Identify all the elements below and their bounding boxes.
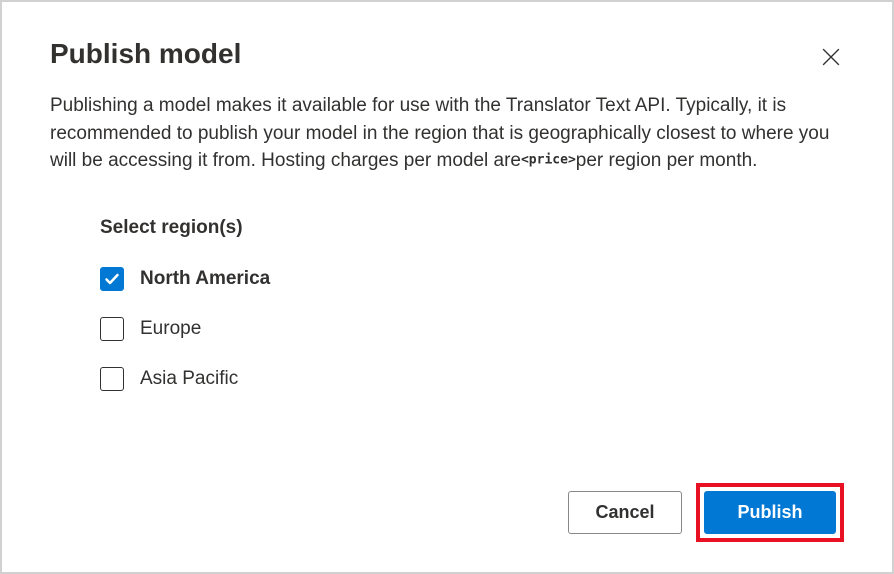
cancel-button[interactable]: Cancel [568, 491, 682, 534]
close-icon [822, 48, 840, 66]
region-section: Select region(s) North America Europe As… [100, 217, 844, 391]
region-option-asia-pacific[interactable]: Asia Pacific [100, 367, 844, 391]
dialog-description: Publishing a model makes it available fo… [50, 92, 844, 175]
description-text-2: per region per month. [576, 150, 758, 171]
publish-button[interactable]: Publish [704, 491, 836, 534]
region-option-north-america[interactable]: North America [100, 267, 844, 291]
checkbox-north-america[interactable] [100, 267, 124, 291]
region-label-asia-pacific: Asia Pacific [140, 368, 238, 390]
region-option-europe[interactable]: Europe [100, 317, 844, 341]
close-button[interactable] [818, 44, 844, 70]
dialog-title: Publish model [50, 38, 241, 70]
price-placeholder: <price> [521, 153, 576, 168]
dialog-footer: Cancel Publish [568, 483, 844, 542]
checkbox-asia-pacific[interactable] [100, 367, 124, 391]
publish-highlight: Publish [696, 483, 844, 542]
region-heading: Select region(s) [100, 217, 844, 239]
checkbox-europe[interactable] [100, 317, 124, 341]
checkmark-icon [104, 271, 120, 287]
region-label-europe: Europe [140, 318, 201, 340]
region-label-north-america: North America [140, 268, 270, 290]
